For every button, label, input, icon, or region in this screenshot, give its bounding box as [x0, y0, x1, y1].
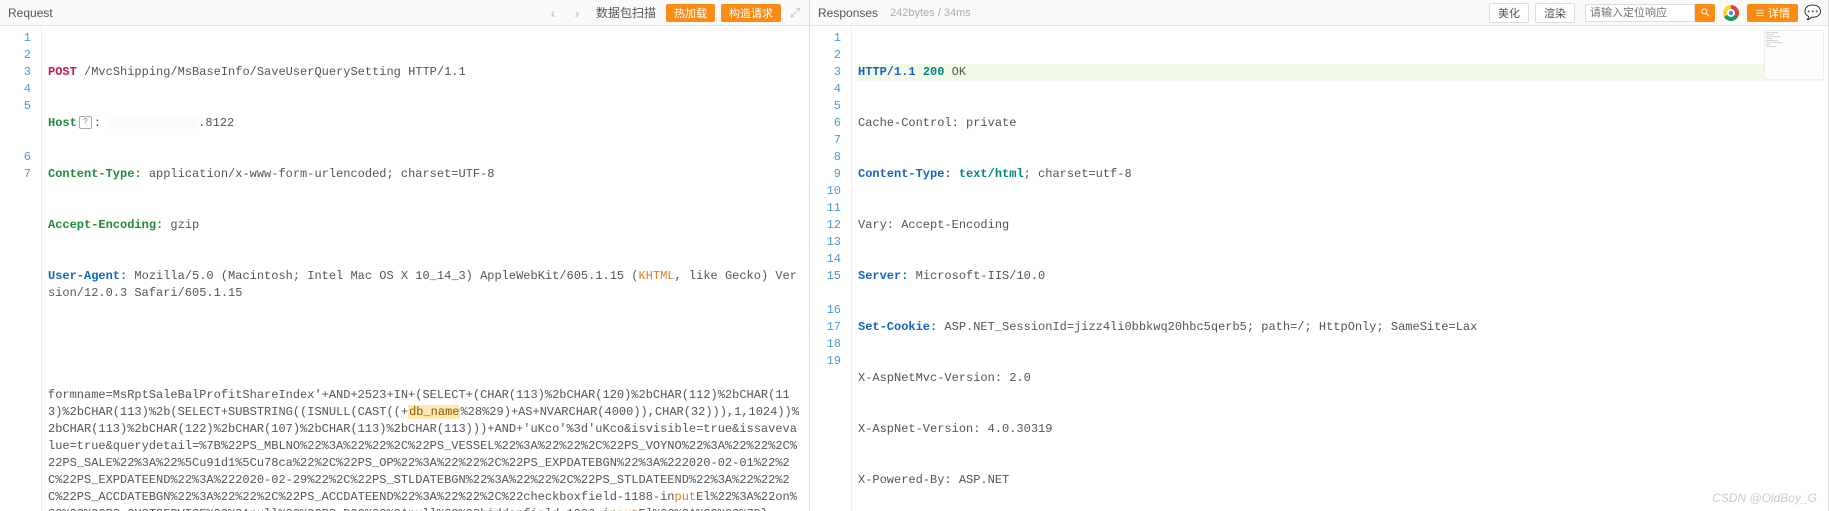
response-toolbar: Responses 242bytes / 34ms 美化 渲染 详情 💬	[810, 0, 1828, 26]
resp-content-type-rest: ; charset=utf-8	[1024, 167, 1132, 181]
resp-content-type-key: Content-Type:	[858, 167, 952, 181]
host-blurred	[108, 117, 198, 129]
nav-prev-icon[interactable]: ‹	[544, 4, 562, 22]
khtml-token: KHTML	[639, 269, 675, 283]
response-pane: Responses 242bytes / 34ms 美化 渲染 详情 💬 123…	[810, 0, 1829, 511]
resp-content-type-val: text/html	[959, 167, 1024, 181]
request-code[interactable]: 12345 67 POST /MvcShipping/MsBaseInfo/Sa…	[0, 26, 809, 511]
response-body: HTTP/1.1 200 OK Cache-Control: private C…	[852, 26, 1828, 511]
put-token-1: put	[675, 490, 697, 504]
search-input[interactable]	[1585, 4, 1695, 22]
request-gutter: 12345 67	[0, 26, 42, 511]
request-proto: HTTP/1.1	[408, 65, 466, 79]
request-title: Request	[6, 6, 53, 20]
resp-status: 200	[923, 65, 945, 79]
aspnet-ver: X-AspNet-Version: 4.0.30319	[858, 422, 1052, 436]
accept-encoding-val: gzip	[170, 218, 199, 232]
host-suffix: .8122	[198, 116, 234, 130]
request-toolbar: Request ‹ › 数据包扫描 热加载 构造请求 ⤢	[0, 0, 809, 26]
host-key: Host	[48, 116, 77, 130]
resp-status-text: OK	[952, 65, 966, 79]
accept-encoding-key: Accept-Encoding:	[48, 218, 163, 232]
request-path: /MvcShipping/MsBaseInfo/SaveUserQuerySet…	[84, 65, 401, 79]
vary-header: Vary: Accept-Encoding	[858, 218, 1009, 232]
body-post: El%22%3A%22%22%7D}	[639, 507, 769, 511]
user-agent-key: User-Agent:	[48, 269, 127, 283]
scan-packet-link[interactable]: 数据包扫描	[592, 4, 660, 21]
watermark: CSDN @OldBoy_G	[1712, 491, 1817, 505]
http-method: POST	[48, 65, 77, 79]
db-name-highlight: db_name	[408, 405, 460, 419]
beautify-button[interactable]: 美化	[1489, 3, 1529, 23]
content-type-key: Content-Type:	[48, 167, 142, 181]
detail-button[interactable]: 详情	[1747, 4, 1798, 22]
set-cookie-val: ASP.NET_SessionId=jizz4li0bbkwq20hbc5qer…	[944, 320, 1477, 334]
comment-icon[interactable]: 💬	[1804, 4, 1822, 22]
powered-by: X-Powered-By: ASP.NET	[858, 473, 1009, 487]
search-button[interactable]	[1695, 4, 1715, 22]
request-pane: Request ‹ › 数据包扫描 热加载 构造请求 ⤢ 12345 67 PO…	[0, 0, 810, 511]
render-button[interactable]: 渲染	[1535, 3, 1575, 23]
nav-next-icon[interactable]: ›	[568, 4, 586, 22]
response-gutter: 123456789101112131415 16171819	[810, 26, 852, 511]
response-meta: 242bytes / 34ms	[890, 7, 971, 19]
detail-label: 详情	[1768, 5, 1790, 21]
build-request-button[interactable]: 构造请求	[721, 4, 781, 22]
chrome-icon[interactable]	[1723, 5, 1739, 21]
list-icon	[1755, 8, 1765, 18]
request-body: POST /MvcShipping/MsBaseInfo/SaveUserQue…	[42, 26, 809, 511]
set-cookie-key: Set-Cookie:	[858, 320, 937, 334]
aspnetmvc-ver: X-AspNetMvc-Version: 2.0	[858, 371, 1031, 385]
response-title: Responses	[816, 6, 878, 20]
server-val: Microsoft-IIS/10.0	[916, 269, 1046, 283]
expand-icon[interactable]: ⤢	[787, 5, 803, 21]
minimap[interactable]: ▬▬▬▬▬▬▬▬▬▬▬▬▬▬▬▬▬▬▬▬▬▬▬▬▬▬▬▬▬▬▬▬▬▬▬▬▬▬▬▬…	[1764, 30, 1824, 80]
content-type-val: application/x-www-form-urlencoded; chars…	[149, 167, 495, 181]
resp-proto: HTTP/1.1	[858, 65, 916, 79]
hot-reload-button[interactable]: 热加载	[666, 4, 715, 22]
response-code[interactable]: 123456789101112131415 16171819 HTTP/1.1 …	[810, 26, 1828, 511]
cache-control: Cache-Control: private	[858, 116, 1016, 130]
put-token-2: put	[617, 507, 639, 511]
user-agent-a: Mozilla/5.0 (Macintosh; Intel Mac OS X 1…	[134, 269, 638, 283]
unknown-char-icon: ?	[79, 116, 92, 129]
search-icon	[1700, 7, 1711, 18]
server-key: Server:	[858, 269, 908, 283]
